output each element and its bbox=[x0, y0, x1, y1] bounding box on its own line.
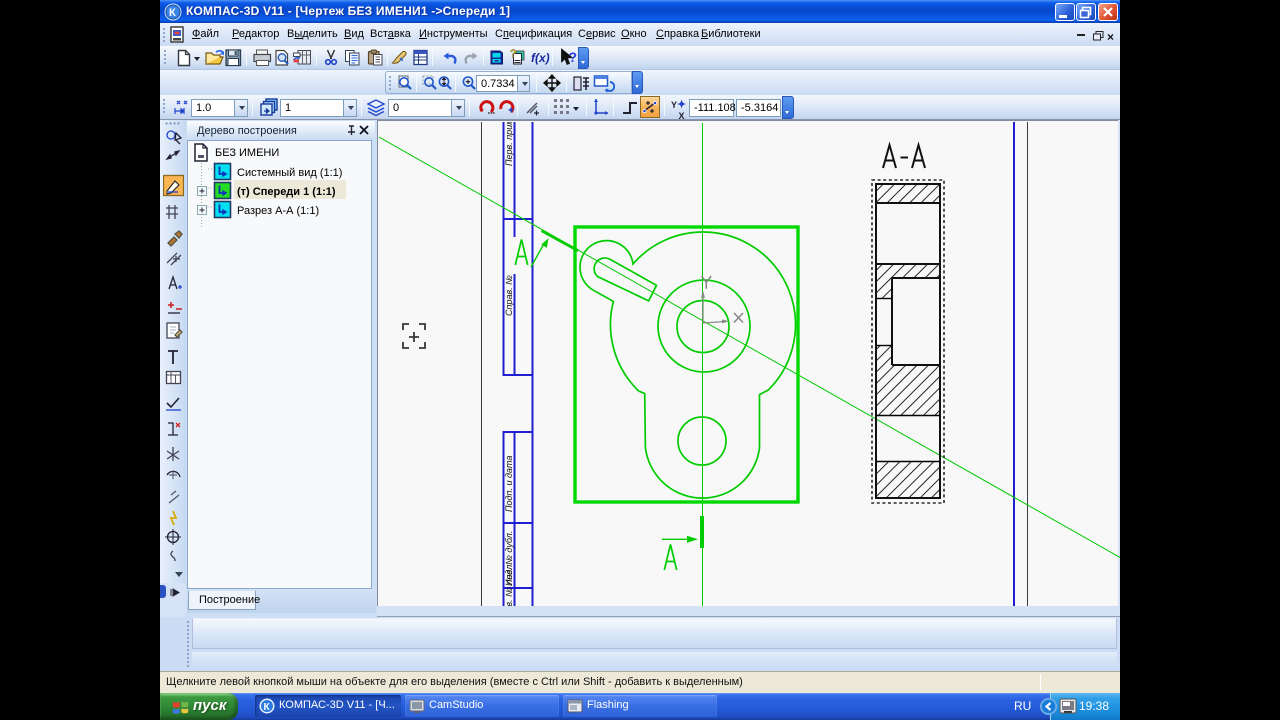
svg-text:Разрез А-А (1:1): Разрез А-А (1:1) bbox=[237, 205, 319, 217]
svg-text:Инв. № подл.: Инв. № подл. bbox=[504, 562, 514, 607]
svg-text:Справ. №: Справ. № bbox=[504, 275, 514, 316]
svg-text:Системный вид (1:1): Системный вид (1:1) bbox=[237, 167, 342, 179]
svg-text:Перв. прим.: Перв. прим. bbox=[504, 122, 514, 166]
svg-text:Подп. и дата: Подп. и дата bbox=[504, 456, 514, 512]
svg-text:?: ? bbox=[569, 49, 578, 65]
svg-text:БЕЗ ИМЕНИ: БЕЗ ИМЕНИ bbox=[215, 147, 279, 159]
svg-text:К: К bbox=[169, 7, 176, 19]
svg-text:К: К bbox=[264, 702, 271, 713]
svg-text:?: ? bbox=[510, 48, 517, 60]
svg-text:(т) Спереди 1 (1:1): (т) Спереди 1 (1:1) bbox=[237, 186, 336, 198]
